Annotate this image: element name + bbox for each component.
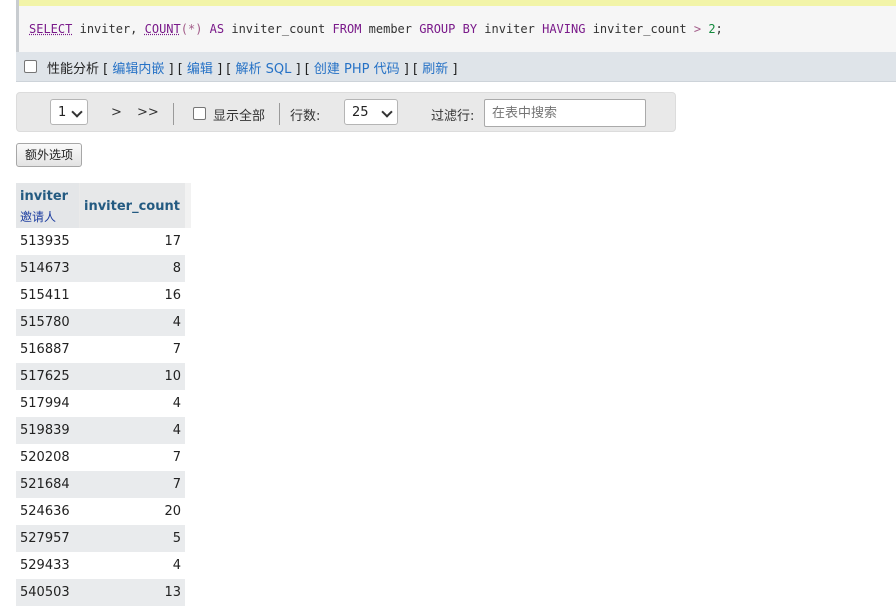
sql-query-line: SELECT inviter, COUNT(*) AS inviter_coun… xyxy=(29,22,723,36)
profiling-links: 性能分析 [ 编辑内嵌 ] [ 编辑 ] [ 解析 SQL ] [ 创建 PHP… xyxy=(47,62,458,77)
result-table: inviter 邀请人 inviter_count 513935 17 51467… xyxy=(16,183,191,606)
rows-label: 行数: xyxy=(290,109,321,124)
cell-inviter: 529433 xyxy=(20,558,70,573)
header-corner xyxy=(185,183,191,228)
table-row[interactable]: 515780 4 xyxy=(16,309,185,336)
refresh-link[interactable]: 刷新 xyxy=(422,62,448,77)
table-row[interactable]: 524636 20 xyxy=(16,498,185,525)
cell-count: 20 xyxy=(164,504,181,519)
last-page-button[interactable]: >> xyxy=(137,105,159,120)
cell-inviter: 517625 xyxy=(20,369,70,384)
column-header-inviter[interactable]: inviter 邀请人 xyxy=(16,183,79,228)
table-row[interactable]: 519839 4 xyxy=(16,417,185,444)
sql-count-function[interactable]: COUNT xyxy=(145,22,181,36)
page-select[interactable]: 1 xyxy=(50,99,88,125)
sql-column: inviter, xyxy=(79,22,138,36)
sql-query-box: SELECT inviter, COUNT(*) AS inviter_coun… xyxy=(19,6,896,53)
cell-inviter: 515780 xyxy=(20,315,70,330)
cell-inviter: 514673 xyxy=(20,261,70,276)
table-row[interactable]: 517994 4 xyxy=(16,390,185,417)
create-php-code-link[interactable]: 创建 PHP 代码 xyxy=(314,62,400,77)
table-row[interactable]: 540503 13 xyxy=(16,579,185,606)
cell-inviter: 521684 xyxy=(20,477,70,492)
chevron-down-icon xyxy=(71,106,83,118)
cell-count: 4 xyxy=(172,423,181,438)
sql-operator: > xyxy=(693,22,702,36)
sql-alias: inviter_count xyxy=(231,22,326,36)
divider xyxy=(279,103,280,125)
cell-inviter: 513935 xyxy=(20,234,70,249)
cell-inviter: 540503 xyxy=(20,585,70,600)
rows-select-value: 25 xyxy=(352,105,369,120)
navigation-bar: 1 > >> 显示全部 行数: 25 过滤行: xyxy=(16,92,676,132)
table-row[interactable]: 520208 7 xyxy=(16,444,185,471)
cell-count: 8 xyxy=(172,261,181,276)
cell-count: 16 xyxy=(164,288,181,303)
cell-count: 7 xyxy=(172,477,181,492)
cell-count: 7 xyxy=(172,342,181,357)
cell-inviter: 516887 xyxy=(20,342,70,357)
cell-count: 13 xyxy=(164,585,181,600)
cell-count: 17 xyxy=(164,234,181,249)
table-row[interactable]: 517625 10 xyxy=(16,363,185,390)
cell-count: 4 xyxy=(172,396,181,411)
cell-inviter: 520208 xyxy=(20,450,70,465)
profiling-bar: 性能分析 [ 编辑内嵌 ] [ 编辑 ] [ 解析 SQL ] [ 创建 PHP… xyxy=(16,52,896,82)
cell-count: 4 xyxy=(172,315,181,330)
chevron-down-icon xyxy=(381,106,393,118)
filter-search-box[interactable] xyxy=(484,99,646,127)
page-select-value: 1 xyxy=(58,105,67,120)
sql-table: member xyxy=(368,22,413,36)
column-name[interactable]: inviter_count xyxy=(84,199,180,214)
table-row[interactable]: 527957 5 xyxy=(16,525,185,552)
sql-paren: (*) xyxy=(180,22,203,36)
cell-inviter: 527957 xyxy=(20,531,70,546)
table-row[interactable]: 516887 7 xyxy=(16,336,185,363)
show-all-checkbox[interactable] xyxy=(193,107,206,120)
cell-inviter: 517994 xyxy=(20,396,70,411)
table-header: inviter 邀请人 inviter_count xyxy=(16,183,191,228)
cell-inviter: 515411 xyxy=(20,288,70,303)
table-row[interactable]: 513935 17 xyxy=(16,228,185,255)
extra-options-button[interactable]: 额外选项 xyxy=(16,143,82,167)
edit-link[interactable]: 编辑 xyxy=(187,62,213,77)
cell-count: 5 xyxy=(172,531,181,546)
column-header-inviter-count[interactable]: inviter_count xyxy=(80,183,185,228)
cell-count: 4 xyxy=(172,558,181,573)
sql-left-border xyxy=(16,0,19,52)
rows-select[interactable]: 25 xyxy=(344,99,398,125)
table-row[interactable]: 521684 7 xyxy=(16,471,185,498)
explain-sql-link[interactable]: 解析 SQL xyxy=(235,62,291,77)
sql-from-keyword: FROM xyxy=(332,22,362,36)
inline-edit-link[interactable]: 编辑内嵌 xyxy=(112,62,164,77)
sql-group-column: inviter xyxy=(484,22,535,36)
column-name[interactable]: inviter xyxy=(20,189,68,204)
show-all-label[interactable]: 显示全部 xyxy=(213,105,265,124)
filter-search-input[interactable] xyxy=(490,105,644,122)
next-page-button[interactable]: > xyxy=(111,105,122,120)
cell-count: 7 xyxy=(172,450,181,465)
filter-label: 过滤行: xyxy=(431,109,475,124)
sql-having-column: inviter_count xyxy=(592,22,687,36)
profiling-checkbox[interactable] xyxy=(24,60,37,73)
sql-as-keyword: AS xyxy=(209,22,225,36)
cell-inviter: 519839 xyxy=(20,423,70,438)
sql-number: 2 xyxy=(708,22,716,36)
table-row[interactable]: 515411 16 xyxy=(16,282,185,309)
sql-select-keyword[interactable]: SELECT xyxy=(29,22,72,36)
sql-semicolon: ; xyxy=(715,22,723,36)
profiling-label[interactable]: 性能分析 xyxy=(47,62,99,77)
cell-inviter: 524636 xyxy=(20,504,70,519)
table-row[interactable]: 529433 4 xyxy=(16,552,185,579)
table-row[interactable]: 514673 8 xyxy=(16,255,185,282)
column-comment: 邀请人 xyxy=(20,210,57,224)
sql-having-keyword: HAVING xyxy=(542,22,586,36)
cell-count: 10 xyxy=(164,369,181,384)
divider xyxy=(173,103,174,125)
sql-groupby-keyword: GROUP BY xyxy=(419,22,478,36)
